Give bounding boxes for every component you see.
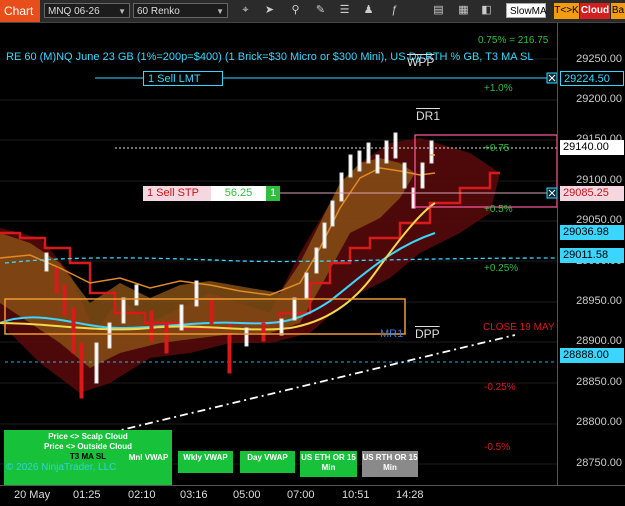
time-tick: 14:28	[396, 489, 424, 501]
sell-stop-price-box: 29085.25	[560, 186, 624, 201]
close-label: CLOSE 19 MAY	[483, 322, 555, 333]
properties-icon[interactable]: ☰	[337, 3, 352, 18]
chart-plot-area[interactable]: RE 60 (M)NQ June 23 GB (1%=200p=$400) (1…	[0, 23, 557, 485]
overlay-value-label: 0.75% = 216.75	[478, 35, 549, 46]
pct-label: -0.25%	[484, 382, 516, 393]
day-vwap-button[interactable]: Day VWAP	[240, 451, 295, 473]
grid-icon[interactable]: ▦	[456, 3, 471, 18]
chevron-down-icon: ▼	[216, 7, 224, 16]
chart-title: RE 60 (M)NQ June 23 GB (1%=200p=$400) (1…	[6, 51, 534, 63]
sell-stop-pnl: 56.25	[211, 186, 266, 201]
tck-button[interactable]: T<>K	[554, 3, 579, 19]
price-scalp-cloud-button[interactable]: Price <> Scalp Cloud	[4, 432, 172, 442]
price-tick: 29200.00	[576, 93, 622, 105]
dr1-label: DR1	[416, 109, 441, 123]
time-tick: 03:16	[180, 489, 208, 501]
sell-stop-order[interactable]: 1 Sell STP	[143, 186, 211, 201]
price-tick: 28850.00	[576, 376, 622, 388]
price-tick: 29250.00	[576, 53, 622, 65]
price-tick: 28900.00	[576, 335, 622, 347]
last-price-box: 29140.00	[560, 140, 624, 155]
bar-type-selector[interactable]: 60 Renko ▼	[133, 3, 228, 18]
price-tick: 29100.00	[576, 174, 622, 186]
mnl-vwap-button[interactable]: Mnl VWAP	[125, 451, 172, 473]
time-tick: 10:51	[342, 489, 370, 501]
ma2-price-box: 29011.58	[560, 248, 624, 263]
cloud-button[interactable]: Cloud	[580, 3, 610, 19]
pct-label: +1.0%	[484, 83, 513, 94]
bar-type-label: 60 Renko	[137, 6, 180, 17]
chart-canvas	[0, 58, 557, 465]
zoom-icon[interactable]: ⚲	[288, 3, 303, 18]
chart-toolbar: Chart MNQ 06-26 ▼ 60 Renko ▼ ⌖ ➤ ⚲ ✎ ☰ ♟…	[0, 0, 625, 23]
instrument-selector[interactable]: MNQ 06-26 ▼	[44, 3, 130, 18]
mr1-label: MR1	[380, 328, 404, 340]
strategies-icon[interactable]: ♟	[361, 3, 376, 18]
sell-limit-price-box: 29224.50	[560, 71, 624, 86]
wpp-label: WPP	[407, 55, 435, 69]
chevron-down-icon: ▼	[118, 7, 126, 16]
chart-trader-icon[interactable]: ▤	[431, 3, 446, 18]
time-tick: 07:00	[287, 489, 315, 501]
pct-label: +0.25%	[484, 263, 519, 274]
price-tick: 28750.00	[576, 457, 622, 469]
time-tick: 01:25	[73, 489, 101, 501]
copyright-label: © 2026 NinjaTrader, LLC	[6, 462, 117, 473]
vwap-price-box: 28888.00	[560, 348, 624, 363]
price-tick: 28950.00	[576, 295, 622, 307]
us-eth-or-button[interactable]: US ETH OR 15 Min	[300, 451, 357, 477]
indicator-select[interactable]: SlowMA	[506, 3, 547, 18]
ba-button[interactable]: Ba	[611, 3, 625, 19]
time-tick: 20 May	[14, 489, 51, 501]
dpp-label: DPP	[415, 327, 440, 341]
us-rth-or-button[interactable]: US RTH OR 15 Min	[362, 451, 418, 477]
crosshair-icon[interactable]: ⌖	[238, 3, 253, 18]
time-tick: 05:00	[233, 489, 261, 501]
pct-label: -0.5%	[484, 442, 511, 453]
chart-tab[interactable]: Chart	[0, 0, 40, 22]
price-axis[interactable]: 29250.00 29200.00 29150.00 29100.00 2905…	[557, 23, 625, 485]
instrument-label: MNQ 06-26	[48, 6, 100, 17]
draw-icon[interactable]: ✎	[313, 3, 328, 18]
layout-icon[interactable]: ◧	[479, 3, 494, 18]
sell-limit-order[interactable]: 1 Sell LMT	[143, 71, 223, 86]
price-tick: 28800.00	[576, 416, 622, 428]
pct-label: +0.5%	[484, 204, 513, 215]
wkly-vwap-button[interactable]: Wkly VWAP	[178, 451, 233, 473]
time-axis[interactable]: 20 May 01:25 02:10 03:16 05:00 07:00 10:…	[0, 485, 625, 506]
indicators-icon[interactable]: ƒ	[387, 3, 402, 18]
pointer-icon[interactable]: ➤	[262, 3, 277, 18]
pct-label: +0.75	[484, 143, 510, 154]
time-tick: 02:10	[128, 489, 156, 501]
sell-stop-qty[interactable]: 1	[266, 186, 280, 201]
ma1-price-box: 29036.98	[560, 225, 624, 240]
